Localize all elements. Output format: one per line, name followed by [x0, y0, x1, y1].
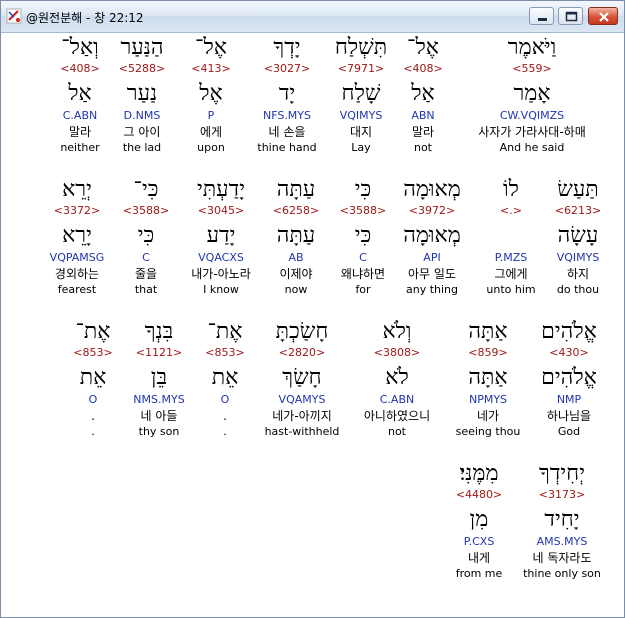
- english-gloss: fearest: [57, 283, 97, 296]
- strong-number[interactable]: <3372>: [2, 204, 152, 218]
- analysis-panel: וַיֹּאמֶר <559> אָמַר CW.VQIMZS 사자가 가라사대-하매 A…: [1, 33, 624, 617]
- strong-number[interactable]: <853>: [18, 346, 168, 360]
- word-column[interactable]: אֶת־ <853> אֵת O..: [18, 319, 168, 439]
- close-button[interactable]: [588, 7, 618, 25]
- strong-number[interactable]: <4480>: [404, 488, 554, 502]
- hebrew-word: מִמֶּנִּי׃: [459, 461, 499, 486]
- english-gloss: .: [91, 425, 95, 438]
- word-column[interactable]: וְאַל־ <408> אַל C.ABN 말라 neither: [5, 35, 155, 155]
- lemma-word: מִן: [469, 507, 489, 532]
- lemma-word: אַל: [68, 81, 92, 106]
- strong-number[interactable]: <408>: [5, 62, 155, 76]
- morphology-code: O: [88, 393, 98, 406]
- minimize-button[interactable]: [529, 7, 554, 25]
- word-column[interactable]: מִמֶּנִּי׃ <4480> מִן P.CXS 내게 from me: [404, 461, 554, 581]
- app-window: @원전분해 - 창 22:12 וַיֹּאמֶר <559> אָמַר CW.VQ…: [0, 0, 625, 618]
- korean-gloss: 내게: [467, 551, 491, 565]
- app-icon[interactable]: [6, 8, 22, 24]
- korean-gloss: 경외하는: [54, 267, 100, 281]
- maximize-button[interactable]: [558, 7, 583, 25]
- title-bar[interactable]: @원전분해 - 창 22:12: [1, 1, 624, 33]
- english-gloss: from me: [455, 567, 503, 580]
- morphology-code: C.ABN: [62, 109, 98, 122]
- english-gloss: neither: [60, 141, 100, 154]
- lemma-word: יָרֵא: [62, 223, 92, 248]
- hebrew-word: יְרֵא: [62, 177, 92, 202]
- morphology-code: P.CXS: [463, 535, 495, 548]
- word-column[interactable]: יְרֵא <3372> יָרֵא VQPAMSG 경외하는 fearest: [2, 177, 152, 297]
- korean-gloss: .: [91, 409, 95, 423]
- hebrew-word: וְאַל־: [61, 35, 99, 60]
- korean-gloss: 말라: [68, 125, 92, 139]
- window-title: @원전분해 - 창 22:12: [26, 11, 144, 25]
- lemma-word: אֵת: [79, 365, 107, 390]
- hebrew-word: אֶת־: [75, 319, 111, 344]
- morphology-code: VQPAMSG: [49, 251, 105, 264]
